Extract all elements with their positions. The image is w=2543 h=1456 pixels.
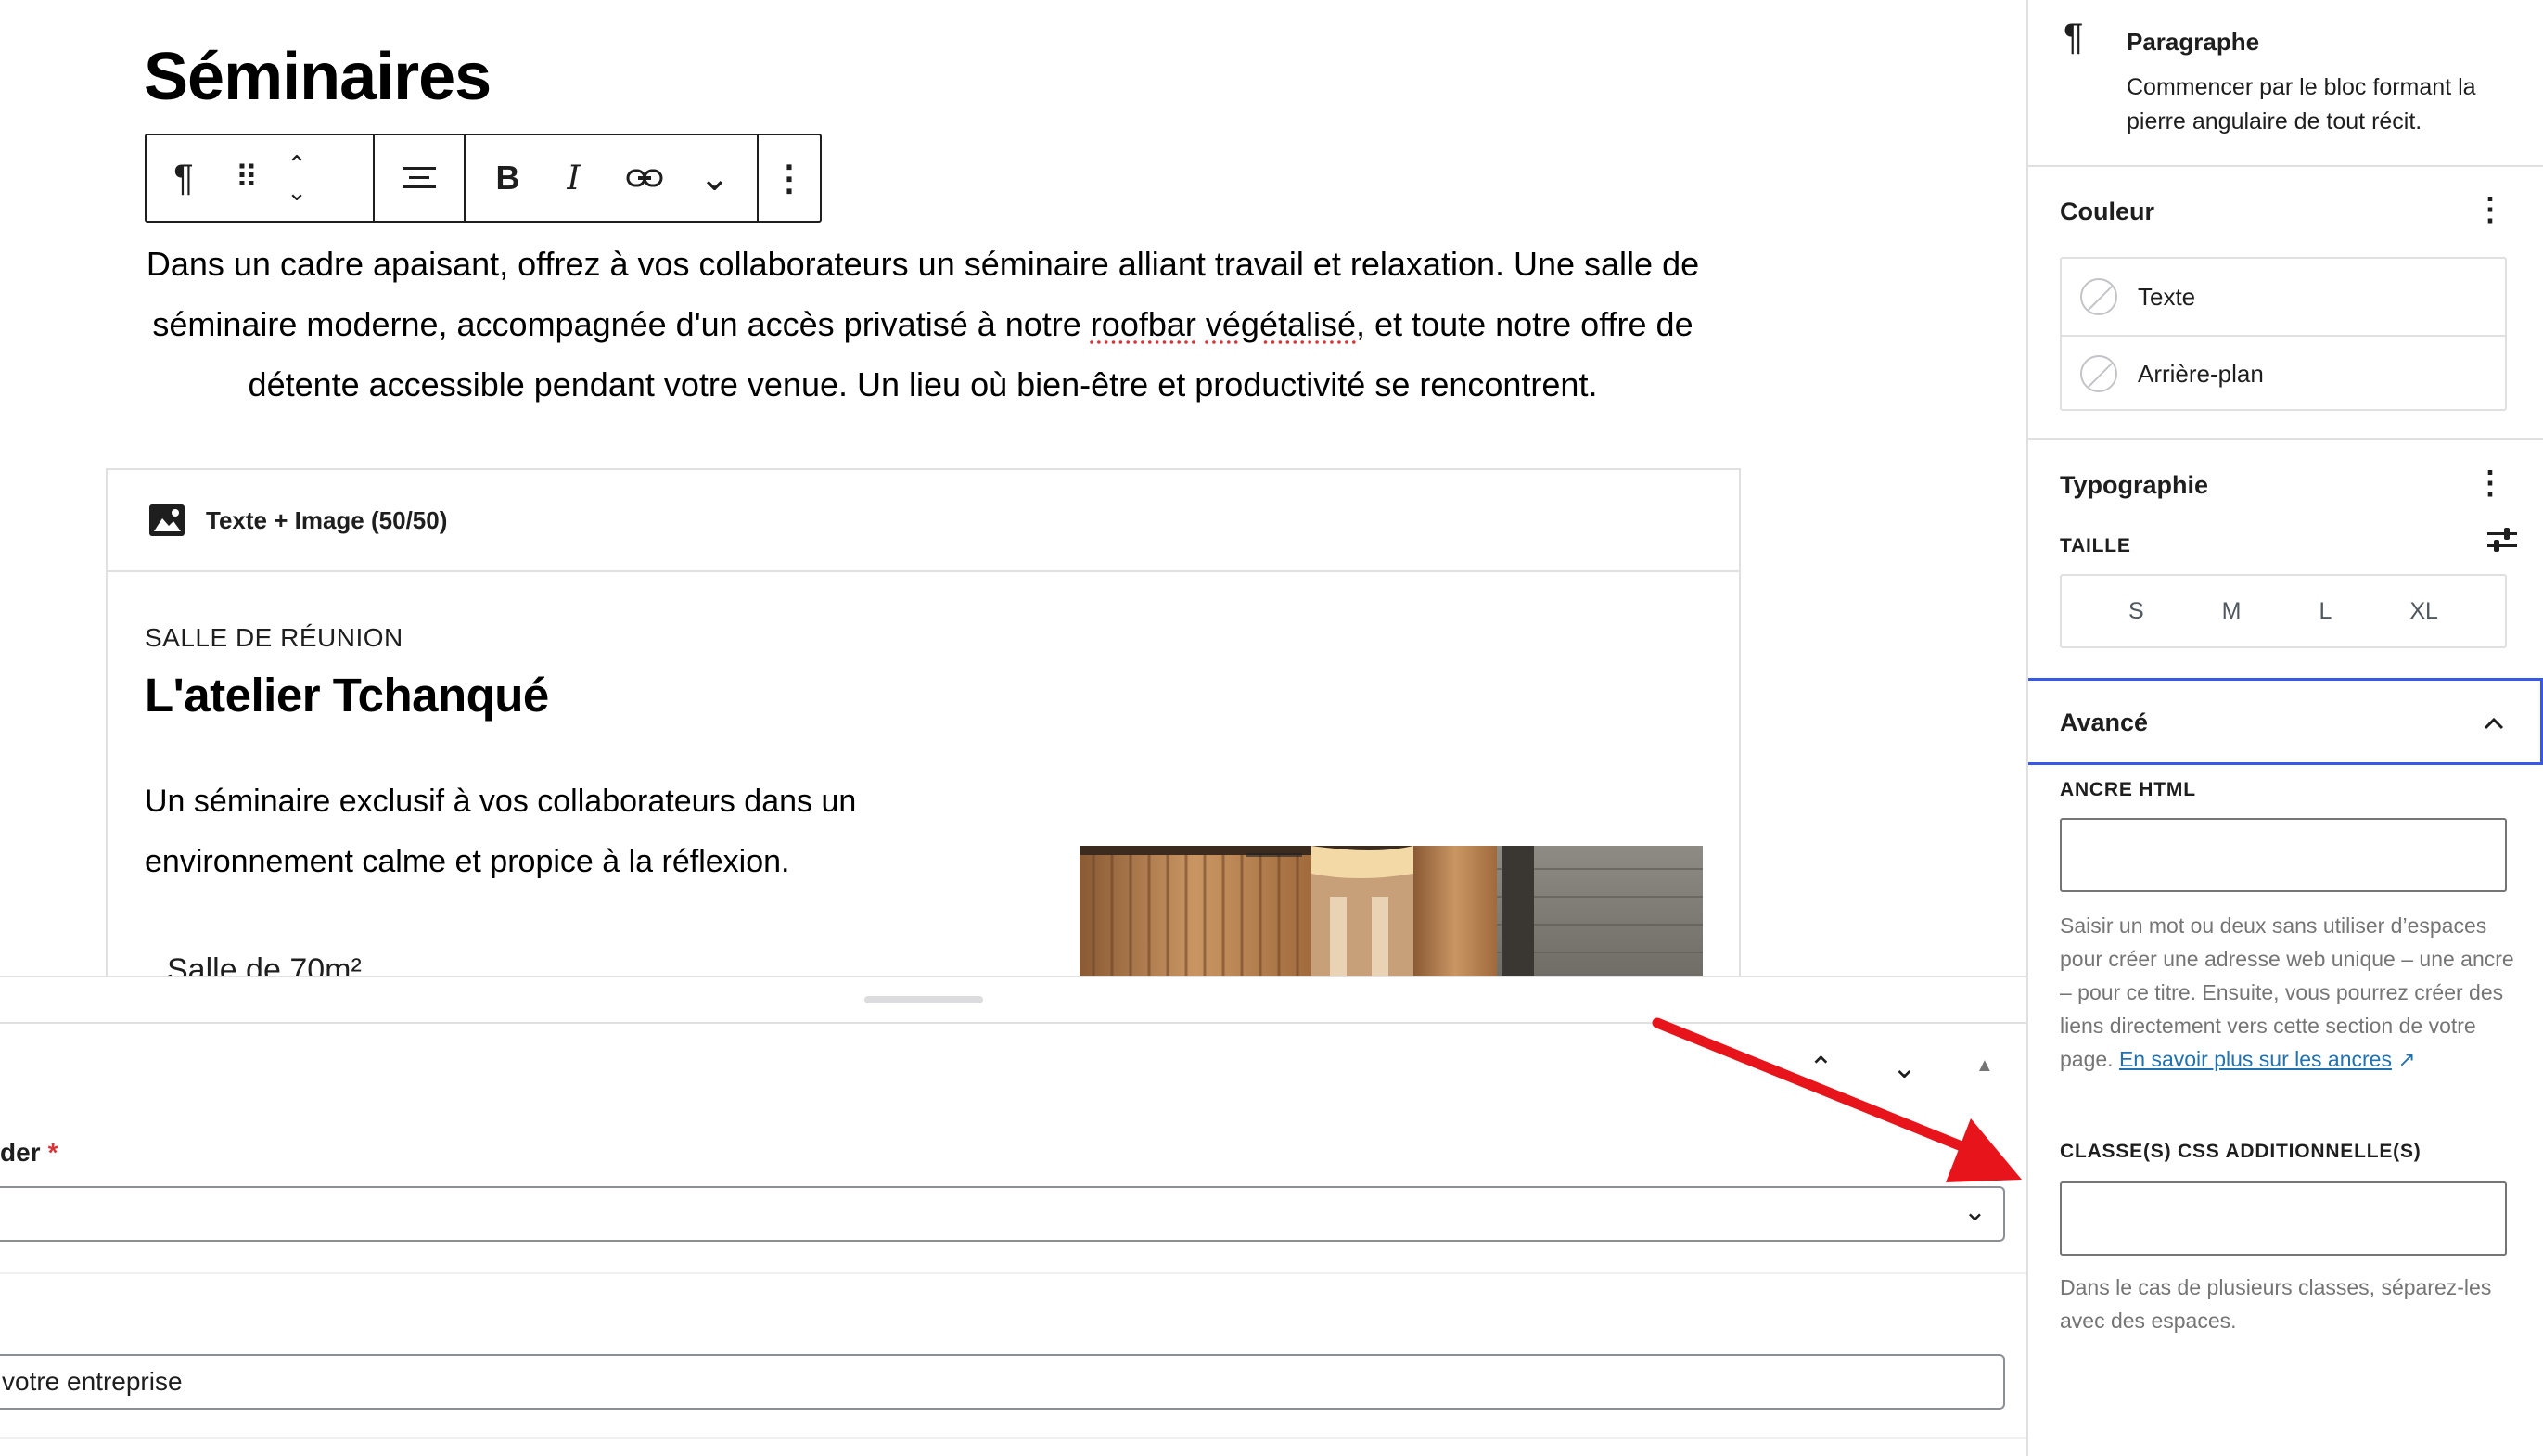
size-option-m[interactable]: M (2222, 598, 2242, 625)
move-down-button[interactable]: ⌄ (1892, 1050, 1917, 1085)
intro-line-2e: , et toute notre offre de (1356, 305, 1693, 343)
external-link-icon: ↗ (2397, 1047, 2416, 1071)
advanced-panel-toggle[interactable]: Avancé (2028, 678, 2543, 765)
html-anchor-help: Saisir un mot ou deux sans utiliser d’es… (2060, 909, 2514, 1076)
css-class-label: CLASSE(S) CSS ADDITIONNELLE(S) (2060, 1141, 2422, 1162)
spellcheck-word-vegetalise[interactable]: végétalisé (1206, 305, 1356, 343)
block-card-description: Commencer par le bloc formant la pierre … (2127, 74, 2476, 134)
size-option-s[interactable]: S (2128, 598, 2144, 625)
css-class-help: Dans le cas de plusieurs classes, sépare… (2060, 1275, 2492, 1333)
field-divider (0, 1272, 2026, 1274)
toolbar-group-options: ⋮ (759, 135, 820, 221)
color-item-text[interactable]: Texte (2062, 259, 2505, 335)
company-input[interactable]: votre entreprise (0, 1354, 2005, 1410)
align-center-icon (403, 167, 436, 188)
block-body-text[interactable]: Un séminaire exclusif à vos collaborateu… (145, 772, 979, 892)
size-option-xl[interactable]: XL (2409, 598, 2438, 625)
image-icon (149, 504, 185, 536)
color-panel-title: Couleur (2060, 198, 2155, 225)
color-item-label: Arrière-plan (2138, 359, 2264, 388)
link-button[interactable] (612, 135, 677, 221)
block-card: ¶ Paragraphe Commencer par le bloc forma… (2028, 0, 2543, 167)
link-icon (626, 169, 662, 187)
room-photo[interactable] (1080, 846, 1703, 976)
meta-box-panel: ⌃ ⌄ ▲ der * ⌄ votre entreprise (0, 976, 2026, 1456)
toolbar-group-format: B I ⌄ (466, 135, 759, 221)
panel-separator (2028, 438, 2543, 440)
color-options-button[interactable]: ⋮ (2474, 191, 2506, 228)
size-option-l[interactable]: L (2319, 598, 2332, 625)
block-body-line-2: environnement calme et propice à la réfl… (145, 844, 790, 879)
block-header-title: Texte + Image (50/50) (206, 505, 448, 534)
intro-paragraph[interactable]: Dans un cadre apaisant, offrez à vos col… (139, 234, 1706, 415)
block-header[interactable]: Texte + Image (50/50) (108, 470, 1739, 572)
field-label-text: der (0, 1138, 41, 1167)
more-formatting-button[interactable]: ⌄ (687, 135, 743, 221)
list-item[interactable]: Salle de 70m² (167, 952, 362, 976)
paragraph-icon: ¶ (2064, 17, 2084, 57)
panel-resize-handle[interactable] (864, 996, 983, 1003)
custom-size-icon[interactable] (2487, 527, 2517, 553)
intro-line-3: détente accessible pendant votre venue. … (248, 365, 1598, 403)
html-anchor-input[interactable] (2060, 818, 2507, 892)
bold-button[interactable]: B (480, 135, 536, 221)
intro-line-2a: séminaire moderne, accompagnée d'un accè… (152, 305, 1091, 343)
size-label: TAILLE (2060, 535, 2131, 556)
align-center-button[interactable] (375, 135, 464, 221)
move-down-button[interactable]: ⌄ (287, 178, 307, 206)
italic-button[interactable]: I (546, 135, 602, 221)
panel-toggle-button[interactable]: ▲ (1975, 1055, 1994, 1077)
field-label: der * (0, 1138, 58, 1168)
block-card-title: Paragraphe (2127, 28, 2260, 56)
css-class-input[interactable] (2060, 1181, 2507, 1256)
font-size-picker: S M L XL (2060, 574, 2507, 648)
color-settings-group: Texte Arrière-plan (2060, 257, 2507, 411)
block-eyebrow[interactable]: SALLE DE RÉUNION (145, 623, 403, 653)
settings-sidebar: ¶ Paragraphe Commencer par le bloc forma… (2026, 0, 2543, 1456)
chevron-up-icon (2484, 717, 2504, 730)
toolbar-group-block: ¶ ⠿ ⌃ ⌄ (147, 135, 375, 221)
anchor-learn-more-link[interactable]: En savoir plus sur les ancres (2119, 1047, 2392, 1071)
editor-canvas: Séminaires ¶ ⠿ ⌃ ⌄ B I ⌄ ⋮ Dans un cadre… (0, 0, 2026, 976)
page-title[interactable]: Séminaires (144, 39, 492, 115)
toolbar-group-align (375, 135, 466, 221)
intro-line-2-space (1196, 305, 1206, 343)
advanced-panel-title: Avancé (2060, 709, 2149, 736)
block-toolbar: ¶ ⠿ ⌃ ⌄ B I ⌄ ⋮ (145, 134, 822, 223)
block-body-line-1: Un séminaire exclusif à vos collaborateu… (145, 784, 857, 819)
block-title[interactable]: L'atelier Tchanqué (145, 668, 549, 722)
drag-handle-icon[interactable]: ⠿ (221, 135, 273, 221)
paragraph-icon[interactable]: ¶ (147, 135, 221, 221)
select-field[interactable]: ⌄ (0, 1186, 2005, 1242)
empty-swatch-icon (2080, 355, 2117, 392)
panel-divider (0, 1022, 2026, 1024)
move-up-button[interactable]: ⌃ (287, 150, 307, 178)
html-anchor-label: ANCRE HTML (2060, 779, 2196, 800)
spellcheck-word-roofbar[interactable]: roofbar (1091, 305, 1196, 343)
color-item-background[interactable]: Arrière-plan (2062, 335, 2505, 411)
empty-swatch-icon (2080, 278, 2117, 315)
required-mark: * (47, 1138, 58, 1167)
move-up-button[interactable]: ⌃ (1808, 1050, 1834, 1085)
typography-panel-title: Typographie (2060, 471, 2209, 499)
typography-options-button[interactable]: ⋮ (2474, 465, 2506, 502)
block-options-button[interactable]: ⋮ (772, 135, 807, 221)
text-image-block[interactable]: Texte + Image (50/50) SALLE DE RÉUNION L… (106, 468, 1741, 976)
field-divider (0, 1437, 2026, 1439)
color-item-label: Texte (2138, 282, 2196, 311)
block-mover: ⌃ ⌄ (273, 135, 321, 221)
chevron-down-icon: ⌄ (1962, 1196, 1987, 1227)
room-photo-image (1080, 846, 1703, 976)
intro-line-1: Dans un cadre apaisant, offrez à vos col… (146, 245, 1700, 283)
anchor-link-text: En savoir plus sur les ancres (2118, 1047, 2392, 1071)
